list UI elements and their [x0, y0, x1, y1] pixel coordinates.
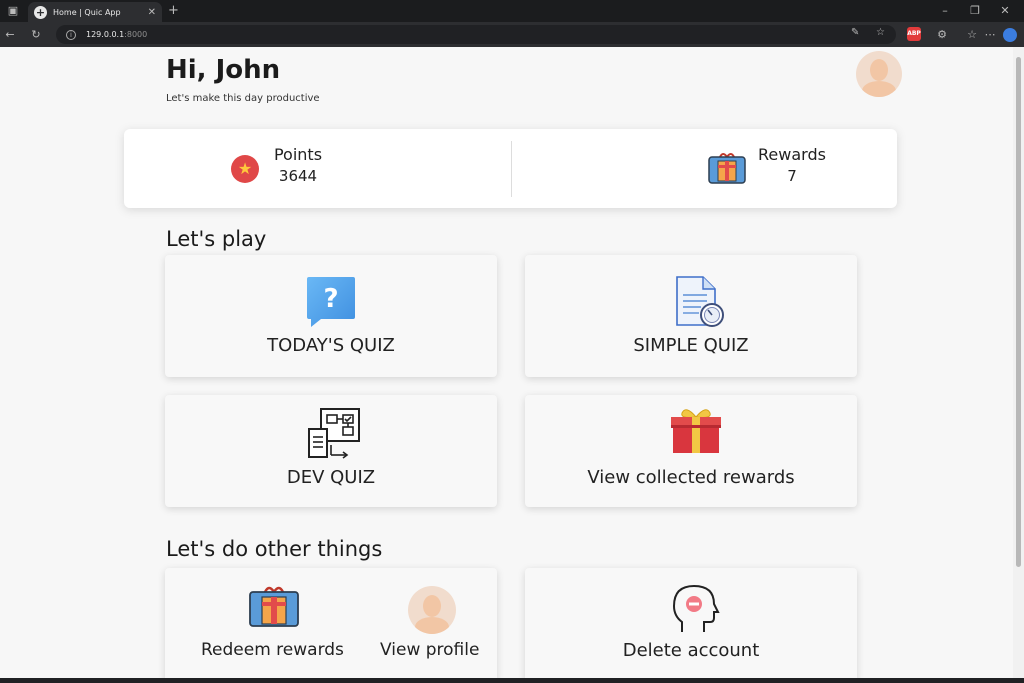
tab-title: Home | Quic App [53, 7, 121, 17]
simple-quiz-card[interactable]: SIMPLE QUIZ [525, 255, 857, 377]
page-greeting: Hi, John [166, 55, 281, 85]
view-rewards-card[interactable]: View collected rewards [525, 395, 857, 507]
profile-avatar[interactable] [856, 51, 902, 97]
more-menu-icon[interactable]: ⋯ [982, 27, 998, 43]
close-window-icon[interactable]: ✕ [997, 3, 1013, 19]
dev-quiz-label: DEV QUIZ [286, 467, 376, 488]
url-port: :8000 [124, 30, 148, 39]
restore-icon[interactable]: ❐ [967, 3, 983, 19]
points-label: Points [273, 145, 323, 164]
document-clock-icon [676, 276, 724, 327]
other-things-heading: Let's do other things [166, 537, 383, 561]
stats-divider [511, 141, 512, 197]
flowchart-icon [308, 408, 360, 459]
todays-quiz-label: TODAY'S QUIZ [267, 335, 395, 356]
view-rewards-label: View collected rewards [587, 467, 795, 488]
site-info-icon[interactable]: i [66, 29, 76, 40]
profile-person-icon [408, 586, 456, 634]
new-tab-icon[interactable]: + [168, 3, 179, 19]
address-url: 129.0.0.1:8000 [86, 30, 147, 39]
simple-quiz-label: SIMPLE QUIZ [633, 335, 749, 356]
page-subtitle: Let's make this day productive [166, 93, 320, 104]
browser-chrome: ▣ + Home | Quic App ✕ + – ❐ ✕ ← ↻ i 129.… [0, 0, 1024, 47]
rewards-gift-box-icon [708, 153, 746, 184]
points-star-icon: ★ [231, 155, 259, 183]
back-icon[interactable]: ← [2, 27, 18, 43]
favorites-icon[interactable]: ☆ [964, 27, 980, 43]
tab-actions-icon[interactable]: ▣ [5, 3, 21, 19]
page-content: Hi, John Let's make this day productive … [0, 47, 1013, 678]
points-stat: Points 3644 [272, 145, 324, 185]
close-tab-icon[interactable]: ✕ [148, 7, 156, 18]
dev-quiz-card[interactable]: DEV QUIZ [165, 395, 497, 507]
question-bubble-icon: ? [307, 277, 355, 327]
address-bar[interactable]: i 129.0.0.1:8000 ✎ ☆ [56, 25, 896, 44]
redeem-profile-card: Redeem rewards View profile [165, 568, 497, 678]
minimize-icon[interactable]: – [937, 3, 953, 19]
svg-text:?: ? [323, 284, 338, 314]
gift-icon [671, 409, 721, 453]
rewards-stat: Rewards 7 [756, 145, 828, 185]
rewards-value: 7 [787, 167, 797, 185]
page-scrollbar[interactable] [1013, 47, 1024, 678]
view-profile-button[interactable]: View profile [380, 640, 479, 660]
window-bottom-edge [0, 678, 1024, 683]
lets-play-heading: Let's play [166, 227, 267, 251]
scrollbar-thumb[interactable] [1016, 57, 1021, 567]
head-minus-icon [672, 584, 720, 632]
navigation-bar: ← ↻ i 129.0.0.1:8000 ✎ ☆ ABP ⚙ ☆ ⋯ [0, 22, 1024, 47]
todays-quiz-card[interactable]: ? TODAY'S QUIZ [165, 255, 497, 377]
app-favicon-icon: + [34, 5, 47, 19]
tab-strip: ▣ + Home | Quic App ✕ + – ❐ ✕ [0, 0, 1024, 22]
extensions-icon[interactable]: ⚙ [934, 27, 950, 43]
points-value: 3644 [278, 167, 318, 185]
stats-card: ★ Points 3644 Rewards 7 [124, 129, 897, 208]
delete-account-label: Delete account [622, 640, 760, 661]
avatar-head [870, 59, 888, 81]
redeem-rewards-button[interactable]: Redeem rewards [201, 640, 344, 660]
adblock-extension-icon[interactable]: ABP [907, 27, 921, 41]
avatar-body [862, 81, 896, 97]
copilot-icon[interactable] [1003, 28, 1017, 42]
redeem-gift-box-icon [249, 586, 299, 627]
edit-icon[interactable]: ✎ [851, 27, 859, 38]
browser-tab-home[interactable]: + Home | Quic App ✕ [28, 2, 162, 22]
bookmark-star-icon[interactable]: ☆ [876, 27, 885, 38]
reload-icon[interactable]: ↻ [28, 27, 44, 43]
url-host: 129.0.0.1 [86, 30, 125, 39]
rewards-label: Rewards [758, 145, 826, 164]
delete-account-card[interactable]: Delete account [525, 568, 857, 678]
